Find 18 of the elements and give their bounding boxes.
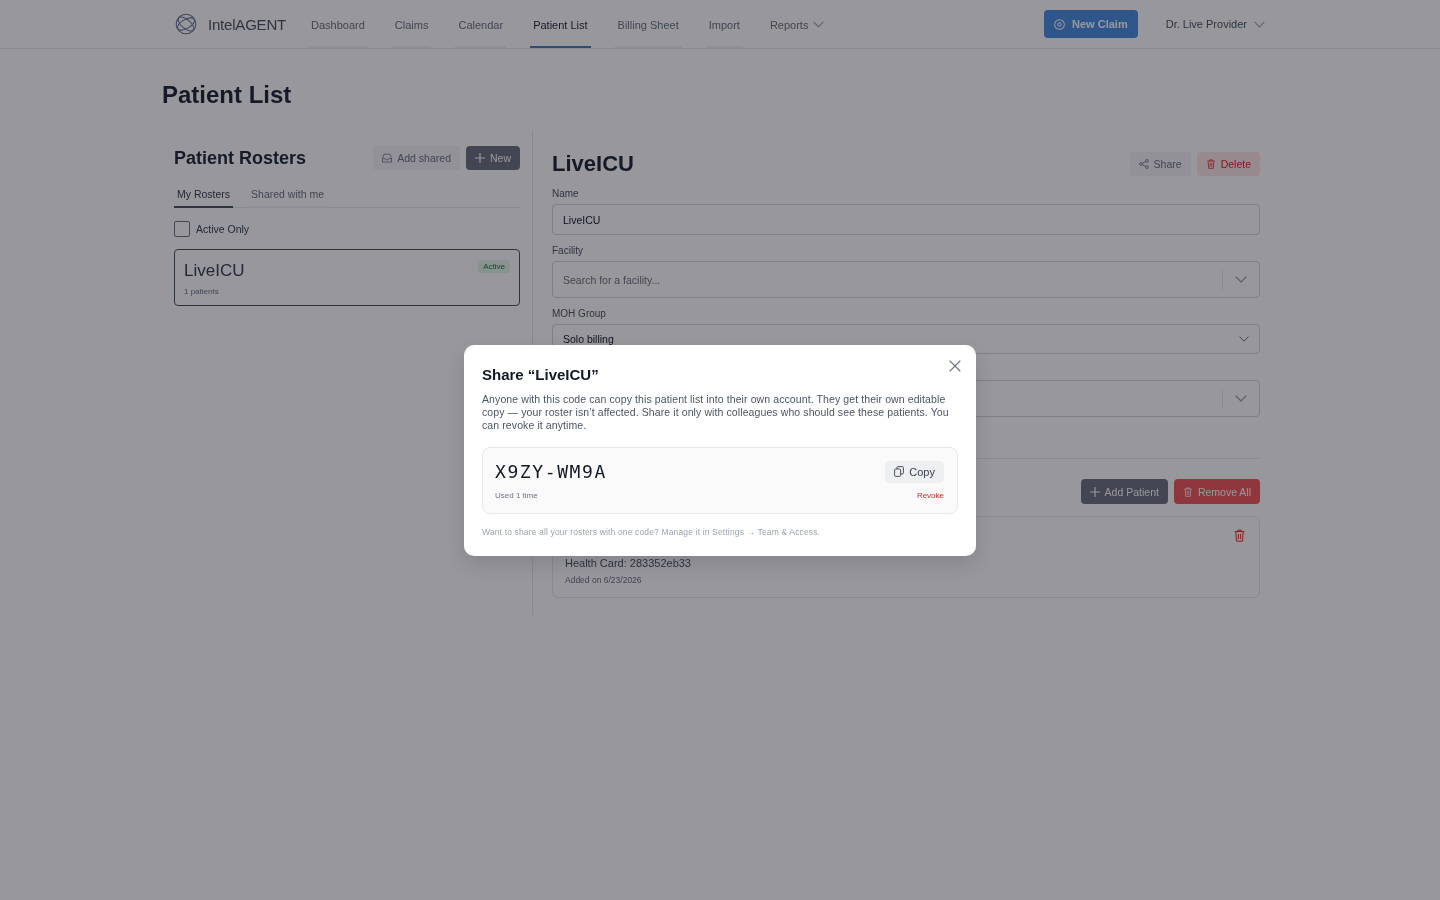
dialog-title: Share “LiveICU”	[482, 364, 600, 385]
roster-name: LiveICU	[184, 260, 245, 282]
patient-count: 1 patients	[184, 287, 220, 296]
health-card-text: Health Card: 283352eb33	[565, 557, 692, 569]
roster-title: LiveICU	[552, 150, 634, 178]
page-title: Patient List	[162, 80, 293, 110]
added-date: Added on 6/23/2026	[565, 575, 643, 585]
dialog-footer-note: Want to share all your rosters with one code? Manage it in Settings → Team & Access.	[482, 526, 822, 538]
usage-text: Used 1 time	[495, 489, 538, 501]
field-label: Facility	[552, 245, 584, 256]
checkbox-label: Active Only	[196, 223, 250, 235]
dialog-description: Anyone with this code can copy this patient list into their own account. They get their own editable copy — your roster isn’t affected. Share it only with colleagues who should see these patients. You can revoke it anytime.	[482, 392, 950, 432]
panel-title: Patient Rosters	[174, 147, 307, 169]
status-badge: Active	[478, 260, 510, 273]
field-label: Name	[552, 188, 579, 199]
logo-text: IntelAGENT	[208, 15, 287, 33]
share-code: X9ZY-WM9A	[495, 459, 607, 484]
field-label: MOH Group	[552, 308, 606, 319]
